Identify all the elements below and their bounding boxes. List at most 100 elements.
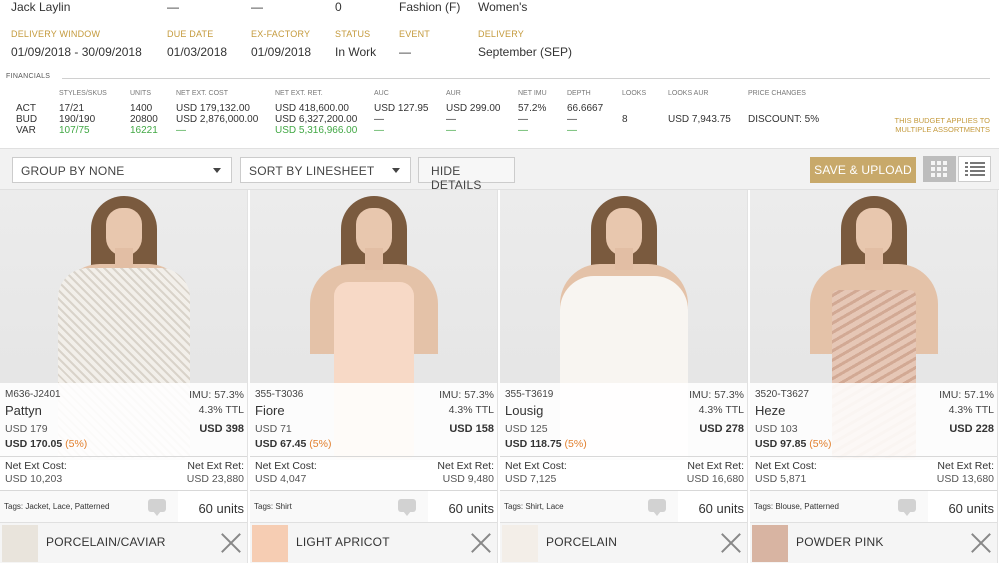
header-division: Fashion (F) — [399, 0, 461, 14]
header-field-2: — — [167, 0, 179, 14]
comment-icon[interactable] — [148, 499, 166, 516]
product-ttl: 4.3% TTL — [698, 404, 744, 416]
fin-var-depth: — — [567, 125, 577, 136]
product-card-3[interactable]: 355-T3619 IMU: 57.3% Lousig 4.3% TTL USD… — [500, 190, 748, 563]
fin-row-label-bud: BUD — [16, 114, 38, 125]
label-delivery: DELIVERY — [478, 29, 524, 39]
label-delivery-window: DELIVERY WINDOW — [11, 29, 101, 39]
product-sku: 3520-T3627 — [755, 389, 809, 400]
product-sku: 355-T3619 — [505, 389, 554, 400]
comment-icon[interactable] — [898, 499, 916, 516]
group-by-label: GROUP BY NONE — [21, 164, 125, 178]
product-units[interactable]: 60 units — [698, 501, 744, 516]
fin-bud-depth: — — [567, 114, 577, 125]
product-name: Pattyn — [5, 403, 42, 418]
net-ext-ret-value: USD 13,680 — [936, 473, 994, 485]
product-tags: Tags: Shirt — [254, 502, 292, 511]
product-imu: IMU: 57.1% — [939, 389, 994, 401]
financials-label: FINANCIALS — [6, 73, 51, 80]
list-view-button[interactable] — [958, 156, 991, 182]
discount-percent: (5%) — [65, 438, 88, 450]
fin-var-aur: — — [446, 125, 456, 136]
close-icon[interactable] — [220, 532, 242, 554]
product-ttl: 4.3% TTL — [198, 404, 244, 416]
close-icon[interactable] — [720, 532, 742, 554]
fin-bud-units: 20800 — [130, 114, 158, 125]
fin-header-styles: STYLES/SKUS — [59, 90, 107, 97]
color-swatch — [2, 525, 38, 562]
fin-act-cost: USD 179,132.00 — [176, 103, 250, 114]
fin-act-imu: 57.2% — [518, 103, 547, 114]
product-tags: Tags: Shirt, Lace — [504, 502, 564, 511]
discount-percent: (5%) — [309, 438, 332, 450]
grid-view-button[interactable] — [923, 156, 956, 182]
color-name: POWDER PINK — [796, 535, 884, 549]
color-name: PORCELAIN/CAVIAR — [46, 535, 166, 549]
fin-act-ret: USD 418,600.00 — [275, 103, 349, 114]
hide-details-button[interactable]: HIDE DETAILS — [418, 157, 515, 192]
fin-looks: 8 — [622, 114, 628, 125]
product-units[interactable]: 60 units — [198, 501, 244, 516]
value-ex-factory: 01/09/2018 — [251, 45, 312, 59]
color-swatch — [752, 525, 788, 562]
net-ext-cost-label: Net Ext Cost: — [255, 460, 317, 472]
net-ext-ret-label: Net Ext Ret: — [437, 460, 494, 472]
product-units[interactable]: 60 units — [948, 501, 994, 516]
fin-row-label-var: VAR — [16, 125, 36, 136]
color-bar — [500, 522, 747, 563]
fin-bud-cost: USD 2,876,000.00 — [176, 114, 259, 125]
save-upload-button[interactable]: SAVE & UPLOAD — [810, 157, 916, 183]
value-status: In Work — [335, 45, 377, 59]
product-ttl: 4.3% TTL — [948, 404, 994, 416]
sort-by-label: SORT BY LINESHEET — [249, 164, 375, 178]
product-retail-price: USD 278 — [699, 423, 744, 435]
fin-act-aur: USD 299.00 — [446, 103, 501, 114]
color-swatch — [502, 525, 538, 562]
net-ext-ret-value: USD 9,480 — [442, 473, 494, 485]
product-retail-price: USD 158 — [449, 423, 494, 435]
chevron-down-icon — [392, 168, 400, 173]
product-card-2[interactable]: 355-T3036 IMU: 57.3% Fiore 4.3% TTL USD … — [250, 190, 498, 563]
product-sale-price: USD 97.85 (5%) — [755, 438, 832, 450]
net-ext-cost-label: Net Ext Cost: — [5, 460, 67, 472]
product-card-4[interactable]: 3520-T3627 IMU: 57.1% Heze 4.3% TTL USD … — [750, 190, 998, 563]
header-user: Jack Laylin — [11, 0, 71, 14]
fin-price-changes: DISCOUNT: 5% — [748, 114, 820, 125]
net-ext-cost-label: Net Ext Cost: — [755, 460, 817, 472]
net-ext-ret-label: Net Ext Ret: — [187, 460, 244, 472]
financials-divider — [62, 78, 990, 79]
toolbar: GROUP BY NONE SORT BY LINESHEET HIDE DET… — [0, 148, 999, 192]
comment-icon[interactable] — [648, 499, 666, 516]
net-ext-cost-value: USD 5,871 — [755, 473, 807, 485]
color-name: LIGHT APRICOT — [296, 535, 390, 549]
group-by-dropdown[interactable]: GROUP BY NONE — [12, 157, 232, 183]
header-field-4: 0 — [335, 0, 342, 14]
product-name: Lousig — [505, 403, 544, 418]
product-ttl: 4.3% TTL — [448, 404, 494, 416]
label-event: EVENT — [399, 29, 431, 39]
product-retail-price: USD 398 — [199, 423, 244, 435]
budget-note: THIS BUDGET APPLIES TO MULTIPLE ASSORTME… — [894, 116, 990, 134]
product-tags: Tags: Blouse, Patterned — [754, 502, 839, 511]
product-sale-price: USD 118.75 (5%) — [505, 438, 587, 450]
fin-header-units: UNITS — [130, 90, 151, 97]
close-icon[interactable] — [470, 532, 492, 554]
color-swatch — [252, 525, 288, 562]
product-cost-price: USD 71 — [255, 423, 292, 435]
fin-header-depth: DEPTH — [567, 90, 591, 97]
close-icon[interactable] — [970, 532, 992, 554]
product-retail-price: USD 228 — [949, 423, 994, 435]
sort-by-dropdown[interactable]: SORT BY LINESHEET — [240, 157, 411, 183]
header-field-3: — — [251, 0, 263, 14]
fin-header-imu: NET IMU — [518, 90, 547, 97]
net-ext-cost-label: Net Ext Cost: — [505, 460, 567, 472]
product-units[interactable]: 60 units — [448, 501, 494, 516]
product-cost-price: USD 125 — [505, 423, 548, 435]
product-card-1[interactable]: M636-J2401 IMU: 57.3% Pattyn 4.3% TTL US… — [0, 190, 248, 563]
net-ext-ret-label: Net Ext Ret: — [937, 460, 994, 472]
value-due-date: 01/03/2018 — [167, 45, 228, 59]
net-ext-cost-value: USD 4,047 — [255, 473, 307, 485]
comment-icon[interactable] — [398, 499, 416, 516]
fin-header-looks-aur: LOOKS AUR — [668, 90, 709, 97]
fin-bud-styles: 190/190 — [59, 114, 96, 125]
